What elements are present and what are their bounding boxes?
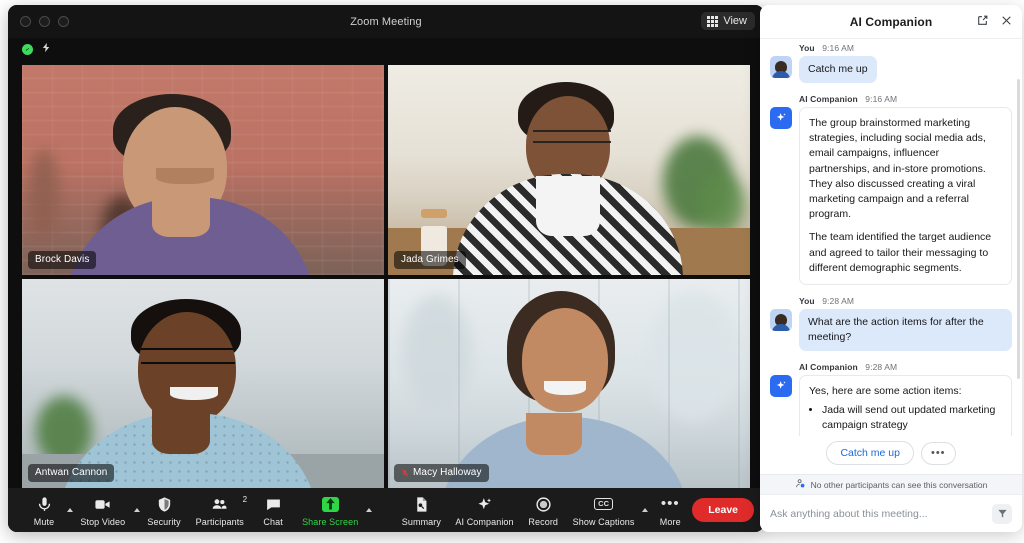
catch-me-up-button[interactable]: Catch me up [826,441,914,465]
avatar [770,309,792,332]
message-user: You 9:28 AM What are the action items fo… [770,296,1012,351]
ai-input-row [760,494,1022,532]
action-items-list: Jada will send out updated marketing cam… [809,403,1002,436]
privacy-notice-text: No other participants can see this conve… [810,479,988,490]
muted-microphone-icon [401,468,409,478]
message-user: You 9:16 AM Catch me up [770,43,1012,83]
view-button-label: View [723,15,747,27]
chat-bubble-icon [265,495,282,514]
toolbar-item-participants[interactable]: 2 Participants [188,493,251,528]
video-tile-participant-3[interactable]: Macy Halloway [388,278,750,488]
ai-panel-title: AI Companion [849,14,933,29]
record-circle-icon [535,495,552,514]
zoom-meeting-window: Zoom Meeting View Brock Davis Jada Grime… [8,5,764,532]
message-intro: Yes, here are some action items: [809,384,962,397]
summary-document-icon [413,495,430,514]
message-meta: AI Companion 9:28 AM [799,361,898,372]
toolbar-item-security[interactable]: Security [140,493,189,528]
toolbar-item-more[interactable]: ••• More [648,493,692,528]
toolbar-item-record[interactable]: Record [521,493,566,528]
message-meta: You 9:16 AM [799,43,855,53]
participants-count: 2 [242,494,248,504]
sparkle-icon [476,495,493,514]
leave-button[interactable]: Leave [692,498,755,522]
maximize-window-button[interactable] [58,16,69,27]
participant-name-chip: Antwan Cannon [28,464,115,482]
message-text: The group brainstormed marketing strateg… [799,106,1012,286]
encryption-shield-icon[interactable] [22,43,33,55]
view-button[interactable]: View [701,12,755,30]
ai-message-list[interactable]: You 9:16 AM Catch me up AI Companion 9:1… [760,39,1022,436]
privacy-notice: No other participants can see this conve… [760,474,1022,494]
send-button[interactable] [992,503,1012,524]
window-titlebar: Zoom Meeting View [8,5,764,38]
message-paragraph: The team identified the target audience … [809,231,992,274]
ai-quick-actions: Catch me up ••• [760,436,1022,474]
message-text: Catch me up [799,56,877,83]
share-options-caret[interactable] [366,508,373,512]
ai-companion-panel: AI Companion You 9:16 AM Catch me up AI … [760,5,1022,532]
person-lock-icon [795,478,806,491]
toolbar-item-mute[interactable]: Mute [22,493,66,528]
video-feed [22,278,384,488]
meeting-toolbar: Mute Stop Video Security 2 Participants … [8,488,764,532]
message-meta: You 9:28 AM [799,296,855,307]
shield-icon [156,495,173,514]
video-camera-icon [94,495,111,514]
video-tile-participant-0[interactable]: Brock Davis [22,65,384,275]
toolbar-item-chat[interactable]: Chat [251,493,295,528]
message-text: What are the action items for after the … [799,309,1012,351]
close-window-button[interactable] [20,16,31,27]
microphone-icon [36,495,53,514]
video-feed [22,65,384,275]
ellipsis-icon: ••• [660,495,680,512]
video-tile-participant-2[interactable]: Antwan Cannon [22,278,384,488]
participant-name-chip: Brock Davis [28,250,97,269]
participant-name-chip: Jada Grimes [394,250,466,269]
share-screen-icon [321,495,339,514]
toolbar-item-summary[interactable]: Summary [394,493,448,528]
video-tile-participant-1[interactable]: Jada Grimes [388,65,750,275]
toolbar-item-show-captions[interactable]: CC Show Captions [566,493,641,528]
action-item: Jada will send out updated marketing cam… [822,403,1002,433]
ai-prompt-input[interactable] [770,507,986,520]
message-text: Yes, here are some action items: Jada wi… [799,374,1012,436]
pop-out-icon[interactable] [976,14,989,27]
more-actions-button[interactable]: ••• [920,441,956,465]
message-paragraph: The group brainstormed marketing strateg… [809,116,986,221]
grid-icon [707,15,719,27]
minimize-window-button[interactable] [39,16,50,27]
toolbar-item-ai-companion[interactable]: AI Companion [449,493,521,528]
video-feed [388,65,750,275]
toolbar-item-share-screen[interactable]: Share Screen [295,493,365,528]
close-icon[interactable] [1000,14,1013,27]
recording-icon[interactable] [41,40,52,58]
meeting-statusbar [8,38,764,60]
video-grid: Brock Davis Jada Grimes Antwan Cannon Ma… [22,65,750,488]
ai-companion-avatar-icon [770,106,792,129]
video-feed [388,278,750,488]
participant-name-chip: Macy Halloway [394,464,489,482]
ai-panel-header: AI Companion [760,5,1022,39]
ai-companion-avatar-icon [770,374,792,397]
ai-panel-scrollbar[interactable] [1017,79,1020,379]
cc-icon: CC [594,495,613,514]
toolbar-item-stop-video[interactable]: Stop Video [73,493,133,528]
avatar [770,56,792,78]
message-ai: AI Companion 9:28 AM Yes, here are some … [770,362,1012,436]
message-ai: AI Companion 9:16 AM The group brainstor… [770,93,1012,286]
traffic-lights[interactable] [20,16,69,27]
people-icon [211,495,228,514]
window-title: Zoom Meeting [350,15,422,28]
zoom-app-screen: Zoom Meeting View Brock Davis Jada Grime… [0,0,1024,543]
message-meta: AI Companion 9:16 AM [799,93,898,104]
